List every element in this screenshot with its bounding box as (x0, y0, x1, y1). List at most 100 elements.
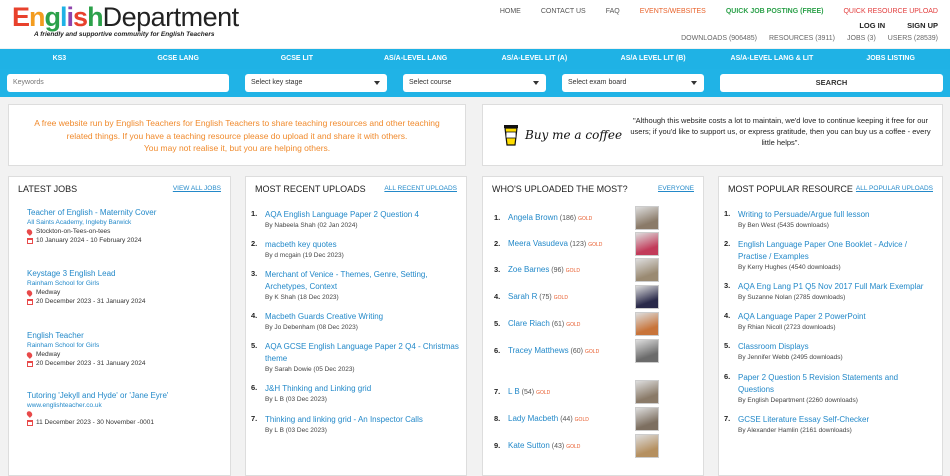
avatar[interactable] (635, 258, 659, 282)
uploader-count: (96) (549, 267, 564, 274)
popular-title[interactable]: AQA Language Paper 2 PowerPoint (738, 311, 866, 323)
nav-events[interactable]: EVENTS/WEBSITES (640, 8, 706, 15)
search-button[interactable]: SEARCH (720, 74, 943, 92)
job-school[interactable]: Rainham School for Girls (27, 342, 237, 349)
uploader-name-text[interactable]: Tracey Matthews (508, 346, 569, 355)
job-school[interactable]: All Saints Academy, Ingleby Barwick (27, 219, 237, 226)
avatar[interactable] (635, 206, 659, 230)
login-link[interactable]: LOG IN (859, 21, 885, 30)
job-title[interactable]: Teacher of English - Maternity Cover (27, 208, 237, 217)
category-ks3[interactable]: KS3 (0, 49, 119, 69)
uploader-name-text[interactable]: Zoe Barnes (508, 265, 549, 274)
nav-job-posting[interactable]: QUICK JOB POSTING (FREE) (726, 8, 824, 15)
avatar[interactable] (635, 407, 659, 431)
uploader-name[interactable]: Clare Riach (61) GOLD (508, 319, 580, 328)
uploader-name[interactable]: L B (54) GOLD (508, 387, 550, 396)
uploader-count: (75) (537, 294, 552, 301)
popular-byline: By Jennifer Webb (2495 downloads) (738, 354, 843, 361)
category-a-level-lit-b[interactable]: AS/A LEVEL LIT (B) (594, 49, 713, 69)
avatar[interactable] (635, 380, 659, 404)
all-popular-uploads-link[interactable]: ALL POPULAR UPLOADS (856, 185, 933, 192)
all-recent-uploads-link[interactable]: ALL RECENT UPLOADS (384, 185, 457, 192)
upload-title[interactable]: AQA GCSE English Language Paper 2 Q4 - C… (265, 341, 459, 353)
uploader-item: 1. Angela Brown (186) GOLD (483, 206, 703, 235)
uploader-name[interactable]: Lady Macbeth (44) GOLD (508, 414, 589, 423)
uploader-rank: 7. (494, 387, 501, 396)
gold-badge: GOLD (553, 295, 568, 301)
category-gcse-lang[interactable]: GCSE LANG (119, 49, 238, 69)
key-stage-select[interactable]: Select key stage (245, 74, 387, 92)
avatar[interactable] (635, 312, 659, 336)
category-gcse-lit[interactable]: GCSE LIT (238, 49, 357, 69)
site-logo[interactable]: EnglishDepartment A friendly and support… (12, 1, 239, 38)
popular-title[interactable]: Writing to Persuade/Argue full lesson (738, 209, 869, 221)
avatar[interactable] (635, 339, 659, 363)
upload-title[interactable]: Macbeth Guards Creative Writing (265, 311, 383, 323)
uploader-name-text[interactable]: Sarah R (508, 292, 537, 301)
job-location: Stockton-on-Tees-on-tees (25, 227, 237, 236)
exam-board-select[interactable]: Select exam board (562, 74, 704, 92)
job-title[interactable]: English Teacher (27, 331, 237, 340)
course-select[interactable]: Select course (403, 74, 546, 92)
category-a-level-lang-lit[interactable]: AS/A-LEVEL LANG & LIT (713, 49, 832, 69)
buy-me-a-coffee-button[interactable]: Buy me a coffee (503, 124, 622, 146)
top-uploaders-heading: WHO'S UPLOADED THE MOST? (492, 184, 628, 194)
uploader-name[interactable]: Zoe Barnes (96) GOLD (508, 265, 580, 274)
stat-downloads[interactable]: DOWNLOADS (906485) (681, 35, 757, 42)
auth-links: LOG IN SIGN UP (837, 21, 938, 30)
upload-title-cont[interactable]: theme (265, 353, 287, 365)
upload-title[interactable]: J&H Thinking and Linking grid (265, 383, 371, 395)
nav-contact[interactable]: CONTACT US (541, 8, 586, 15)
popular-title[interactable]: GCSE Literature Essay Self-Checker (738, 414, 869, 426)
upload-title[interactable]: Merchant of Venice - Themes, Genre, Sett… (265, 269, 428, 281)
job-school[interactable]: Rainham School for Girls (27, 280, 237, 287)
upload-title[interactable]: Thinking and linking grid - An Inspector… (265, 414, 423, 426)
keywords-input[interactable]: Keywords (7, 74, 229, 92)
coffee-cup-icon (504, 125, 518, 146)
uploader-name[interactable]: Meera Vasudeva (123) GOLD (508, 239, 602, 248)
popular-title[interactable]: AQA Eng Lang P1 Q5 Nov 2017 Full Mark Ex… (738, 281, 923, 293)
job-location-text: Medway (36, 289, 61, 296)
upload-title-cont[interactable]: Archetypes, Context (265, 281, 337, 293)
popular-title[interactable]: Classroom Displays (738, 341, 809, 353)
intro-text-1: A free website run by English Teachers f… (34, 118, 440, 128)
popular-title-cont[interactable]: Questions (738, 384, 774, 396)
uploader-name[interactable]: Sarah R (75) GOLD (508, 292, 568, 301)
upload-title[interactable]: macbeth key quotes (265, 239, 337, 251)
uploader-name[interactable]: Angela Brown (186) GOLD (508, 213, 592, 222)
job-dates-text: 20 December 2023 - 31 January 2024 (36, 360, 146, 367)
uploader-name-text[interactable]: L B (508, 387, 520, 396)
uploader-name-text[interactable]: Kate Sutton (508, 441, 550, 450)
avatar[interactable] (635, 285, 659, 309)
avatar[interactable] (635, 434, 659, 458)
uploader-name[interactable]: Kate Sutton (43) GOLD (508, 441, 580, 450)
job-title[interactable]: Keystage 3 English Lead (27, 269, 237, 278)
uploader-name-text[interactable]: Angela Brown (508, 213, 558, 222)
uploader-name-text[interactable]: Clare Riach (508, 319, 550, 328)
uploader-name[interactable]: Tracey Matthews (60) GOLD (508, 346, 599, 355)
category-a-level-lit-a[interactable]: AS/A-LEVEL LIT (A) (475, 49, 594, 69)
upload-title[interactable]: AQA English Language Paper 2 Question 4 (265, 209, 419, 221)
view-all-jobs-link[interactable]: VIEW ALL JOBS (173, 185, 221, 192)
stat-resources[interactable]: RESOURCES (3911) (769, 35, 835, 42)
avatar[interactable] (635, 232, 659, 256)
nav-faq[interactable]: FAQ (606, 8, 620, 15)
gold-badge: GOLD (566, 322, 581, 328)
uploader-name-text[interactable]: Lady Macbeth (508, 414, 558, 423)
job-school[interactable]: www.englishteacher.co.uk (27, 402, 237, 409)
category-a-level-lang[interactable]: AS/A-LEVEL LANG (356, 49, 475, 69)
popular-title[interactable]: Paper 2 Question 5 Revision Statements a… (738, 372, 898, 384)
nav-home[interactable]: HOME (500, 8, 521, 15)
stat-jobs[interactable]: JOBS (3) (847, 35, 876, 42)
uploader-name-text[interactable]: Meera Vasudeva (508, 239, 568, 248)
stat-users[interactable]: USERS (28539) (888, 35, 938, 42)
everyone-link[interactable]: EVERYONE (658, 185, 694, 192)
popular-title-cont[interactable]: Practise / Examples (738, 251, 809, 263)
popular-title[interactable]: English Language Paper One Booklet - Adv… (738, 239, 907, 251)
signup-link[interactable]: SIGN UP (907, 21, 938, 30)
job-title[interactable]: Tutoring 'Jekyll and Hyde' or 'Jane Eyre… (27, 391, 237, 400)
uploader-rank: 5. (494, 319, 501, 328)
nav-resource-upload[interactable]: QUICK RESOURCE UPLOAD (843, 8, 938, 15)
logo-letter: n (29, 2, 45, 32)
category-jobs-listing[interactable]: JOBS LISTING (831, 49, 950, 69)
